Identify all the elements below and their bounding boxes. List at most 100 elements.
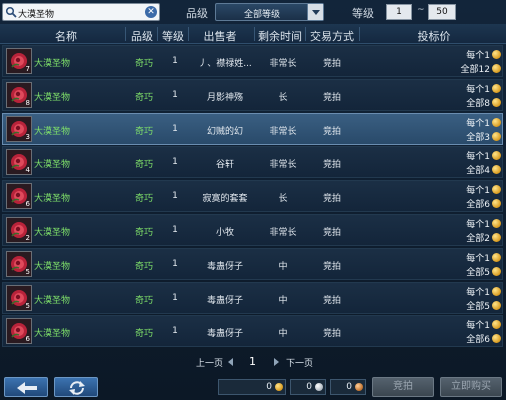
gold-coin-icon [492,267,501,276]
price-each: 每个1 [466,321,490,331]
gold-coin-icon [492,185,501,194]
silver-coin-icon [315,383,323,391]
gold-coin-icon [492,301,501,310]
column-divider [188,27,189,41]
gold-coin-icon [492,253,501,262]
table-row[interactable]: 3 大漠圣物 奇巧 1 幻贼的幻 非常长 竞拍 每个1 全部3 [2,113,503,145]
column-time-left[interactable]: 剩余时间 [255,28,305,44]
silver-value: 0 [306,382,312,392]
item-trade-type: 竞拍 [322,160,341,170]
back-button[interactable] [4,377,48,397]
item-time-left: 长 [278,93,288,103]
level-max-input[interactable]: 50 [428,4,456,20]
item-level: 1 [172,56,178,66]
column-divider [359,27,360,41]
table-row[interactable]: 2 大漠圣物 奇巧 1 小牧 非常长 竞拍 每个1 全部2 [2,214,503,246]
item-icon[interactable]: 6 [6,183,32,209]
refresh-icon [69,381,85,395]
bottom-bar: 0 0 0 竞拍 立即购买 [0,374,506,400]
table-row[interactable]: 4 大漠圣物 奇巧 1 谷轩 非常长 竞拍 每个1 全部4 [2,146,503,178]
gold-coin-icon [492,50,501,59]
item-trade-type: 竞拍 [322,93,341,103]
search-icon [5,6,17,18]
item-trade-type: 竞拍 [322,59,341,69]
auction-list: 7 大漠圣物 奇巧 1 丿、襟禄姓... 非常长 竞拍 每个1 全部12 8 大漠圣物 奇巧 1 月影神殇… [0,45,506,350]
gold-coin-icon [492,118,501,127]
gold-coin-icon [492,151,501,160]
item-quantity: 4 [25,166,30,174]
price-each: 每个1 [466,186,490,196]
triangle-left-icon[interactable] [228,358,233,366]
item-seller: 谷轩 [215,160,234,170]
column-name[interactable]: 名称 [46,28,86,44]
price-total: 全部4 [466,166,490,176]
gold-coin-icon [492,64,501,73]
item-name: 大漠圣物 [34,160,71,170]
next-page-button[interactable]: 下一页 [286,356,313,369]
search-input[interactable]: 大漠圣物 ✕ [2,3,160,21]
column-grade[interactable]: 品级 [127,28,157,44]
item-grade: 奇巧 [134,329,153,339]
copper-input[interactable]: 0 [330,379,366,395]
item-seller: 寂寞的套套 [202,194,248,204]
item-grade: 奇巧 [134,228,153,238]
column-level[interactable]: 等级 [158,28,188,44]
table-row[interactable]: 7 大漠圣物 奇巧 1 丿、襟禄姓... 非常长 竞拍 每个1 全部12 [2,45,503,77]
column-trade-type[interactable]: 交易方式 [306,28,358,44]
item-icon[interactable]: 5 [6,251,32,277]
item-time-left: 中 [278,296,288,306]
gold-coin-icon [492,233,501,242]
item-level: 1 [172,293,178,303]
bid-button[interactable]: 竞拍 [372,377,434,397]
column-seller[interactable]: 出售者 [194,28,246,44]
item-grade: 奇巧 [134,262,153,272]
table-row[interactable]: 6 大漠圣物 奇巧 1 寂寞的套套 长 竞拍 每个1 全部6 [2,180,503,212]
gold-input[interactable]: 0 [218,379,286,395]
item-seller: 幻贼的幻 [206,127,243,137]
grade-dropdown[interactable]: 全部等级 [215,3,324,21]
table-row[interactable]: 8 大漠圣物 奇巧 1 月影神殇 长 竞拍 每个1 全部8 [2,79,503,111]
level-min-input[interactable]: 1 [386,4,412,20]
item-icon[interactable]: 8 [6,82,32,108]
silver-input[interactable]: 0 [290,379,326,395]
item-time-left: 非常长 [269,160,297,170]
item-trade-type: 竞拍 [322,228,341,238]
item-icon[interactable]: 7 [6,48,32,74]
price-total: 全部2 [466,234,490,244]
item-icon[interactable]: 6 [6,318,32,344]
column-bid-price[interactable]: 投标价 [414,28,454,44]
search-value: 大漠圣物 [18,10,55,20]
item-time-left: 非常长 [269,228,297,238]
item-quantity: 2 [25,234,30,242]
item-icon[interactable]: 4 [6,149,32,175]
gold-coin-icon [492,320,501,329]
copper-value: 0 [346,382,352,392]
triangle-right-icon[interactable] [274,358,279,366]
item-icon[interactable]: 2 [6,217,32,243]
gold-coin-icon [275,383,283,391]
buyout-button[interactable]: 立即购买 [440,377,502,397]
item-trade-type: 竞拍 [322,127,341,137]
item-level: 1 [172,259,178,269]
item-time-left: 中 [278,329,288,339]
refresh-button[interactable] [54,377,98,397]
gold-coin-icon [492,219,501,228]
item-trade-type: 竞拍 [322,329,341,339]
prev-page-button[interactable]: 上一页 [196,356,223,369]
gold-coin-icon [492,84,501,93]
chevron-down-icon[interactable] [307,4,323,20]
table-row[interactable]: 5 大漠圣物 奇巧 1 毒蛊伢子 中 竞拍 每个1 全部5 [2,282,503,314]
gold-coin-icon [492,132,501,141]
gold-coin-icon [492,165,501,174]
table-row[interactable]: 6 大漠圣物 奇巧 1 毒蛊伢子 中 竞拍 每个1 全部6 [2,315,503,347]
item-time-left: 中 [278,262,288,272]
item-icon[interactable]: 3 [6,116,32,142]
gold-coin-icon [492,199,501,208]
table-row[interactable]: 5 大漠圣物 奇巧 1 毒蛊伢子 中 竞拍 每个1 全部5 [2,248,503,280]
auction-window: 大漠圣物 ✕ 品级 全部等级 等级 1 ~ 50 名称 品级 等级 出售者 剩余… [0,0,506,400]
item-icon[interactable]: 5 [6,285,32,311]
item-seller: 毒蛊伢子 [206,262,243,272]
item-quantity: 6 [25,335,30,343]
price-total: 全部5 [466,268,490,278]
clear-search-icon[interactable]: ✕ [145,6,157,18]
